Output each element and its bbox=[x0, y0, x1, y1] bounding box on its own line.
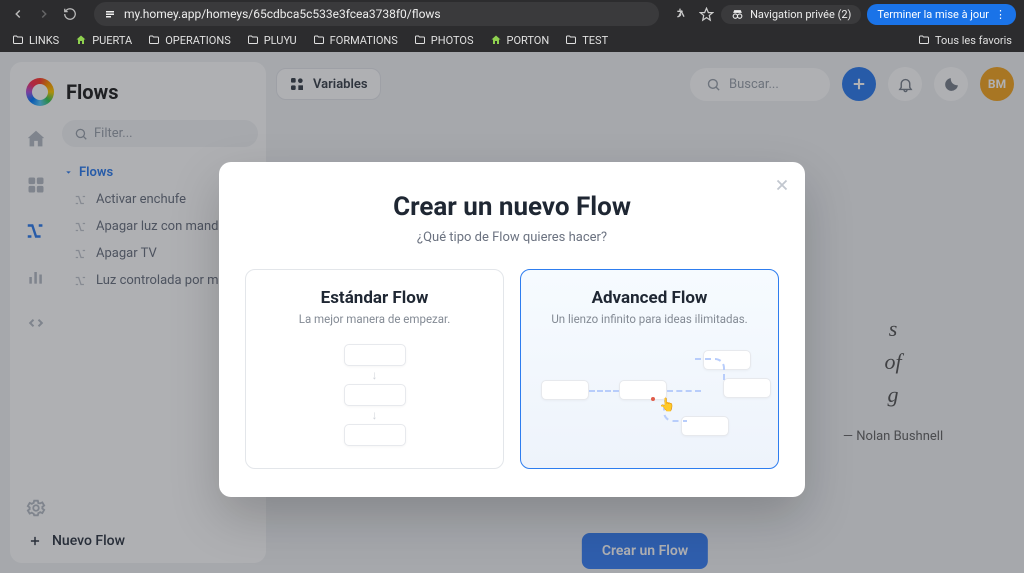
bookmark-star-icon[interactable] bbox=[697, 7, 715, 22]
option-title: Advanced Flow bbox=[535, 288, 764, 308]
translate-icon[interactable] bbox=[673, 6, 691, 22]
bookmark-porton[interactable]: PORTON bbox=[490, 34, 550, 47]
close-icon bbox=[773, 176, 791, 194]
option-subtitle: Un lienzo infinito para ideas ilimitadas… bbox=[535, 312, 764, 326]
modal-subtitle: ¿Qué tipo de Flow quieres hacer? bbox=[245, 230, 779, 245]
url-bar[interactable]: my.homey.app/homeys/65cdbca5c533e3fcea37… bbox=[94, 2, 659, 26]
folder-icon bbox=[918, 34, 930, 46]
reload-button[interactable] bbox=[60, 4, 80, 24]
all-bookmarks[interactable]: Tous les favoris bbox=[918, 34, 1012, 47]
bookmark-links[interactable]: LINKS bbox=[12, 34, 59, 47]
cursor-icon: 👆 bbox=[659, 398, 675, 413]
back-button[interactable] bbox=[8, 4, 28, 24]
modal-overlay[interactable]: Crear un nuevo Flow ¿Qué tipo de Flow qu… bbox=[0, 52, 1024, 573]
folder-icon bbox=[313, 34, 325, 46]
create-flow-modal: Crear un nuevo Flow ¿Qué tipo de Flow qu… bbox=[219, 162, 805, 497]
update-button[interactable]: Terminer la mise à jour⋮ bbox=[867, 4, 1016, 25]
site-info-icon bbox=[104, 8, 116, 20]
bookmark-operations[interactable]: OPERATIONS bbox=[148, 34, 231, 47]
site-icon bbox=[490, 34, 502, 46]
folder-icon bbox=[12, 34, 24, 46]
site-icon bbox=[75, 34, 87, 46]
forward-button[interactable] bbox=[34, 4, 54, 24]
folder-icon bbox=[414, 34, 426, 46]
browser-chrome: my.homey.app/homeys/65cdbca5c533e3fcea37… bbox=[0, 0, 1024, 52]
close-button[interactable] bbox=[773, 176, 791, 194]
modal-title: Crear un nuevo Flow bbox=[245, 192, 779, 222]
bookmark-puerta[interactable]: PUERTA bbox=[75, 34, 132, 47]
option-subtitle: La mejor manera de empezar. bbox=[260, 312, 489, 326]
bookmark-test[interactable]: TEST bbox=[565, 34, 608, 47]
bookmark-photos[interactable]: PHOTOS bbox=[414, 34, 474, 47]
option-title: Estándar Flow bbox=[260, 288, 489, 308]
standard-diagram: ↓ ↓ bbox=[260, 344, 489, 446]
folder-icon bbox=[247, 34, 259, 46]
folder-icon bbox=[565, 34, 577, 46]
incognito-indicator[interactable]: Navigation privée (2) bbox=[721, 5, 861, 24]
option-standard-flow[interactable]: Estándar Flow La mejor manera de empezar… bbox=[245, 269, 504, 469]
advanced-diagram: 👆 bbox=[535, 340, 764, 450]
option-advanced-flow[interactable]: Advanced Flow Un lienzo infinito para id… bbox=[520, 269, 779, 469]
bookmark-formations[interactable]: FORMATIONS bbox=[313, 34, 398, 47]
bookmark-pluyu[interactable]: PLUYU bbox=[247, 34, 297, 47]
url-text: my.homey.app/homeys/65cdbca5c533e3fcea37… bbox=[124, 7, 441, 21]
incognito-icon bbox=[731, 8, 744, 21]
folder-icon bbox=[148, 34, 160, 46]
